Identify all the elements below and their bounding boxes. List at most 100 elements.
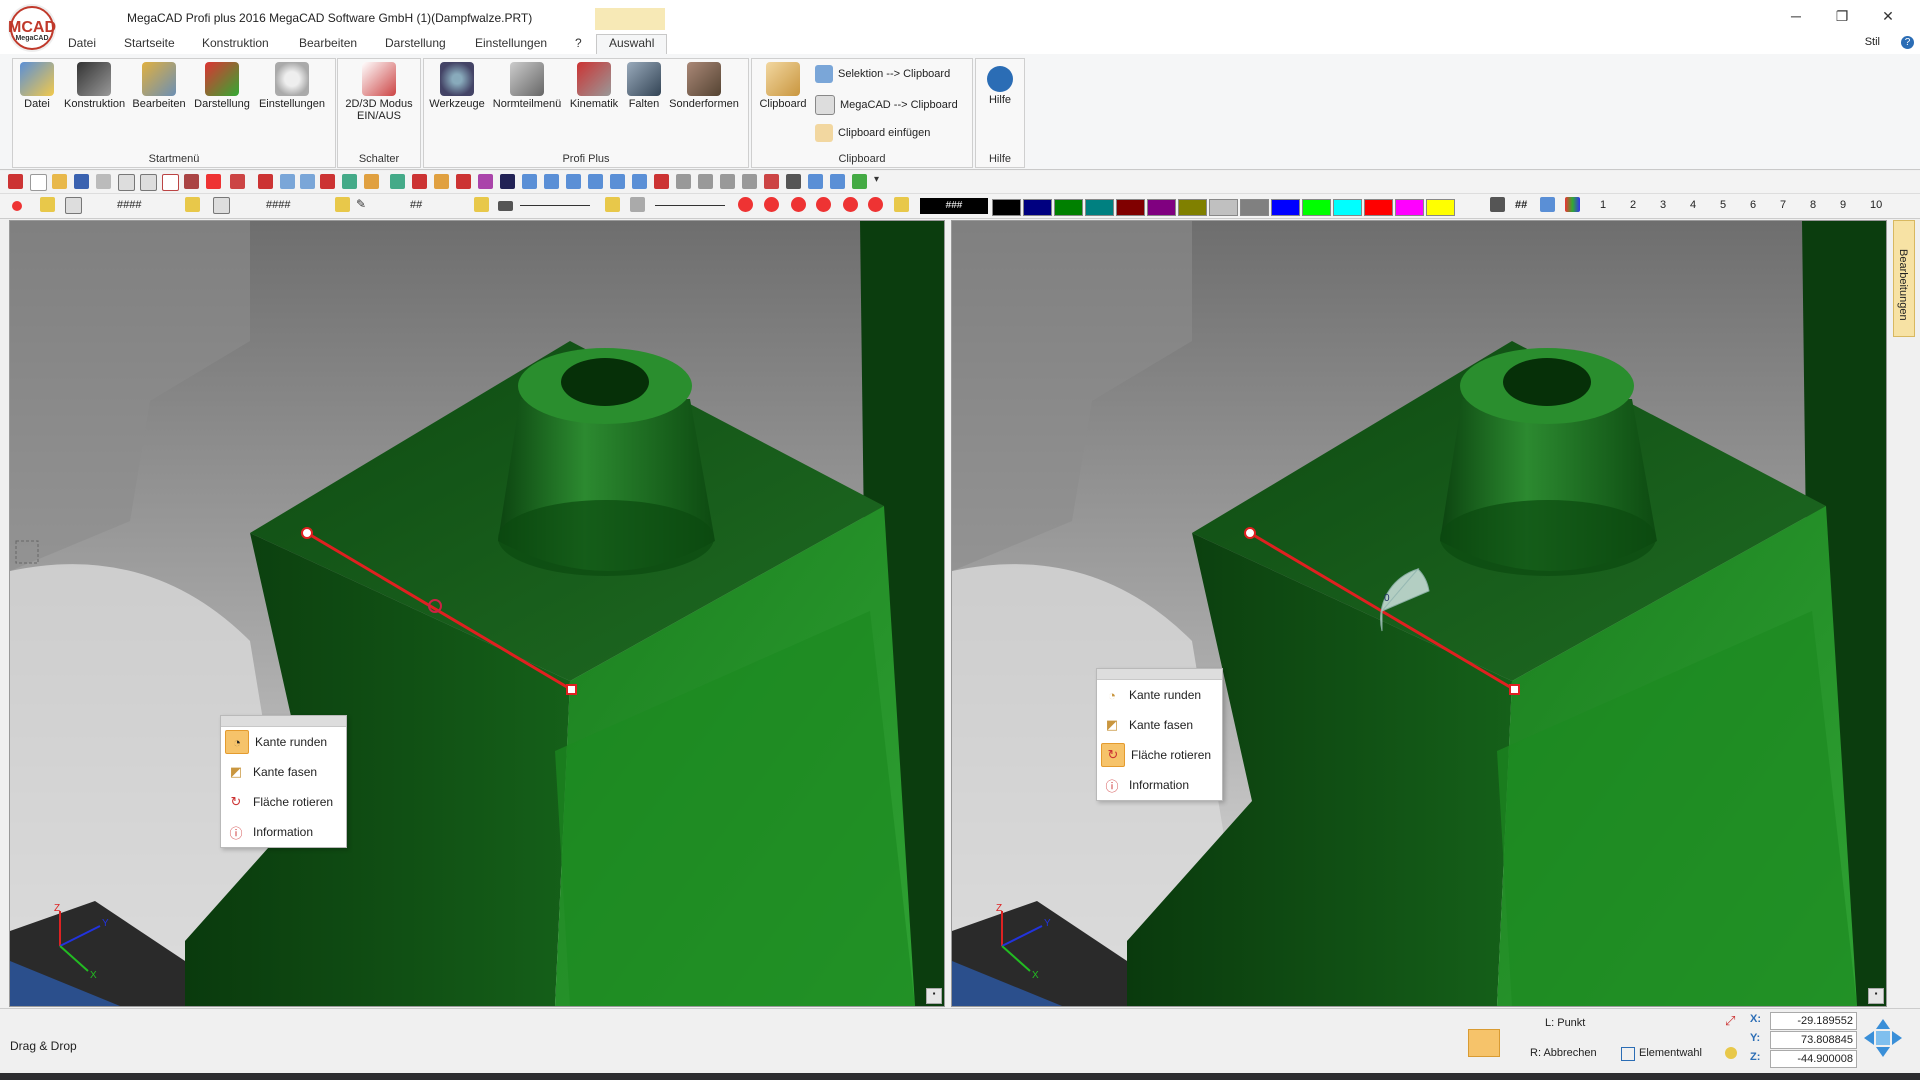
layer-grid-icon[interactable]: [1540, 197, 1555, 212]
lock3-icon[interactable]: [335, 197, 350, 212]
normteil-button[interactable]: Normteilmenü: [491, 62, 563, 110]
lock2-icon[interactable]: [185, 197, 200, 212]
menu-item-flaeche-rotieren[interactable]: ↻ Fläche rotieren: [1097, 740, 1222, 770]
save-icon[interactable]: [74, 174, 89, 189]
x-coordinate[interactable]: -29.189552: [1770, 1012, 1857, 1030]
zoom-all-icon[interactable]: [816, 197, 831, 212]
cylinder3-icon[interactable]: [720, 174, 735, 189]
color-swatch[interactable]: [992, 199, 1021, 216]
layers-icon[interactable]: [786, 174, 801, 189]
tab-datei[interactable]: Datei: [68, 36, 96, 50]
view-iso-icon[interactable]: [588, 174, 603, 189]
menu-item-kante-runden[interactable]: ◔ Kante runden: [221, 727, 346, 757]
points-icon[interactable]: [390, 174, 405, 189]
tab-startseite[interactable]: Startseite: [124, 36, 175, 50]
clipboard-button[interactable]: Clipboard: [754, 62, 812, 110]
view-side-icon[interactable]: [566, 174, 581, 189]
sphere-icon[interactable]: [478, 174, 493, 189]
cylinder2-icon[interactable]: [698, 174, 713, 189]
import-icon[interactable]: [184, 174, 199, 189]
mode-2d3d-button[interactable]: 2D/3D Modus EIN/AUS: [341, 62, 417, 122]
menu-item-information[interactable]: ⓘ Information: [1097, 770, 1222, 800]
undo-icon[interactable]: [280, 174, 295, 189]
tab-einstellungen[interactable]: Einstellungen: [475, 36, 547, 50]
viewport-corner-right[interactable]: ▪: [1868, 988, 1884, 1004]
tab-darstellung[interactable]: Darstellung: [385, 36, 446, 50]
menu-item-kante-fasen[interactable]: ◩ Kante fasen: [221, 757, 346, 787]
material-icon[interactable]: [654, 174, 669, 189]
lock1-icon[interactable]: [40, 197, 55, 212]
zoom-next-icon[interactable]: [868, 197, 883, 212]
redo-icon[interactable]: [300, 174, 315, 189]
color-swatch[interactable]: [1302, 199, 1331, 216]
werkzeuge-button[interactable]: Werkzeuge: [428, 62, 486, 110]
color-swatch[interactable]: [1364, 199, 1393, 216]
view-iso2-icon[interactable]: [610, 174, 625, 189]
minimize-button[interactable]: ─: [1773, 0, 1819, 32]
help-icon[interactable]: ?: [1901, 36, 1914, 49]
bearbeiten-button[interactable]: Bearbeiten: [130, 62, 188, 110]
layer-colors-icon[interactable]: [1565, 197, 1580, 212]
zoom-prev-icon[interactable]: [843, 197, 858, 212]
zoom-in-icon[interactable]: [791, 197, 806, 212]
tool-status-icon[interactable]: [1468, 1029, 1500, 1057]
zoom-window-icon[interactable]: [140, 174, 157, 191]
layer-number-8[interactable]: 8: [1810, 199, 1816, 211]
side-tab-bearbeitungen[interactable]: Bearbeitungen: [1893, 220, 1915, 337]
dim-height-field[interactable]: ####: [266, 199, 290, 211]
export-icon[interactable]: [162, 174, 179, 191]
point-mode-icon[interactable]: [12, 201, 22, 211]
snap-point-icon[interactable]: [1725, 1047, 1737, 1059]
darstellung-button[interactable]: Darstellung: [193, 62, 251, 110]
tab-bearbeiten[interactable]: Bearbeiten: [299, 36, 357, 50]
current-color-field[interactable]: ###: [920, 198, 988, 214]
konstruktion-button[interactable]: Konstruktion: [64, 62, 125, 110]
layer-number-4[interactable]: 4: [1690, 199, 1696, 211]
layer-number-1[interactable]: 1: [1600, 199, 1606, 211]
layer-number-5[interactable]: 5: [1720, 199, 1726, 211]
dim-style-icon[interactable]: [213, 197, 230, 214]
layer-number-9[interactable]: 9: [1840, 199, 1846, 211]
line-icon[interactable]: [412, 174, 427, 189]
layout-icon[interactable]: [206, 174, 221, 189]
color-swatch[interactable]: [1271, 199, 1300, 216]
y-coordinate[interactable]: 73.808845: [1770, 1031, 1857, 1049]
einstellungen-button[interactable]: Einstellungen: [257, 62, 327, 110]
menu-item-flaeche-rotieren[interactable]: ↻ Fläche rotieren: [221, 787, 346, 817]
delete-icon[interactable]: [230, 174, 245, 189]
new-file-icon[interactable]: [30, 174, 47, 191]
sonderformen-button[interactable]: Sonderformen: [666, 62, 742, 110]
close-button[interactable]: ✕: [1865, 0, 1911, 32]
opengl-icon[interactable]: [764, 174, 779, 189]
pen-width-field[interactable]: ##: [410, 199, 422, 211]
color-swatch[interactable]: [1023, 199, 1052, 216]
viewport-left[interactable]: Z Y X ◔ Kante runden ◩ Kante fasen ↻ Flä…: [9, 220, 945, 1007]
falten-button[interactable]: Falten: [614, 62, 674, 110]
color-swatch[interactable]: [1209, 199, 1238, 216]
lock5-icon[interactable]: [605, 197, 620, 212]
line-type-selector[interactable]: [520, 205, 590, 206]
z-coordinate[interactable]: -44.900008: [1770, 1050, 1857, 1068]
shade-icon[interactable]: [500, 174, 515, 189]
render-icon[interactable]: [632, 174, 647, 189]
menu-item-kante-runden[interactable]: ◔ Kante runden: [1097, 680, 1222, 710]
selektion-clipboard-button[interactable]: Selektion --> Clipboard: [815, 65, 950, 83]
layer-number-10[interactable]: 10: [1870, 199, 1882, 211]
lock6-icon[interactable]: [894, 197, 909, 212]
zoom-window2-icon[interactable]: [764, 197, 779, 212]
layer-number-2[interactable]: 2: [1630, 199, 1636, 211]
color-swatch[interactable]: [1178, 199, 1207, 216]
style-dropdown[interactable]: Stil: [1865, 36, 1880, 48]
eraser-icon[interactable]: [258, 174, 273, 189]
element-select-label[interactable]: Elementwahl: [1639, 1047, 1702, 1059]
app-menu-icon[interactable]: [8, 174, 23, 189]
megacad-clipboard-button[interactable]: MegaCAD --> Clipboard: [815, 95, 958, 115]
clipboard-einfuegen-button[interactable]: Clipboard einfügen: [815, 124, 930, 142]
open-folder-icon[interactable]: [52, 174, 67, 189]
color-swatch[interactable]: [1116, 199, 1145, 216]
cylinder1-icon[interactable]: [676, 174, 691, 189]
lock4-icon[interactable]: [474, 197, 489, 212]
text-height-field[interactable]: ####: [117, 199, 141, 211]
menu-item-information[interactable]: ⓘ Information: [221, 817, 346, 847]
preview-icon[interactable]: [118, 174, 135, 191]
